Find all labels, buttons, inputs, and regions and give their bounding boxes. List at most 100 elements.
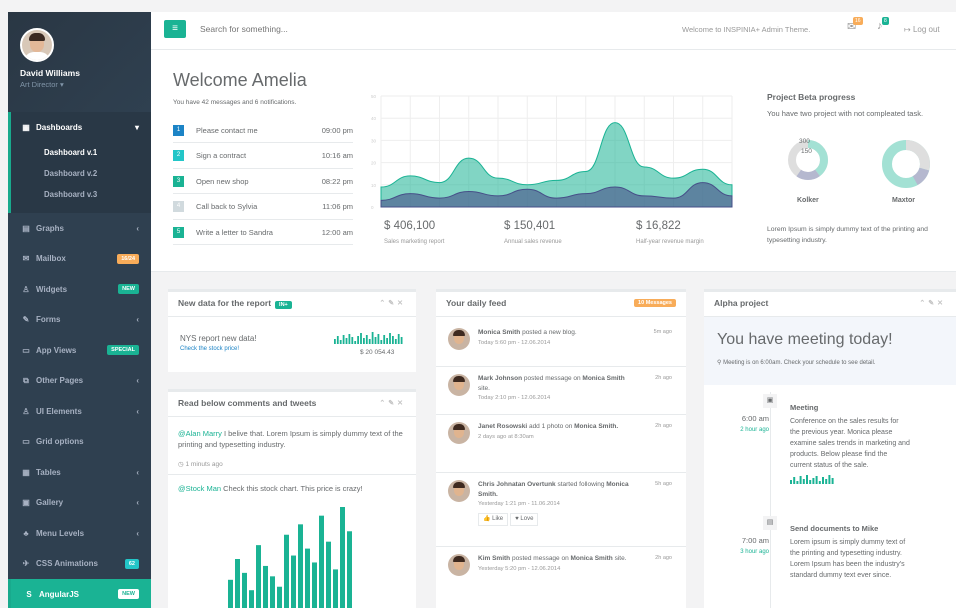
feed-target[interactable]: Monica Smith: [582, 375, 624, 382]
comment-user-link[interactable]: @Alan Marry: [178, 429, 222, 438]
sidebar-item-menu-levels[interactable]: ♣ Menu Levels ‹: [8, 518, 151, 549]
close-icon[interactable]: ✕: [397, 400, 406, 407]
todo-time: 09:00 pm: [321, 125, 353, 135]
todo-time: 08:22 pm: [321, 176, 353, 186]
avatar[interactable]: [20, 28, 54, 62]
collapse-icon[interactable]: ⌃: [379, 300, 388, 307]
sidebar-subitem-dashboard-v2[interactable]: Dashboard v.2: [11, 163, 151, 184]
close-icon[interactable]: ✕: [397, 300, 406, 307]
feed-user[interactable]: Mark Johnson: [478, 375, 522, 382]
sidebar-item-widgets[interactable]: ♙ Widgets NEW: [8, 274, 151, 305]
sidebar-item-graphs[interactable]: ▤ Graphs ‹: [8, 213, 151, 244]
like-label: Like: [492, 515, 504, 522]
stock-bar: [256, 545, 261, 608]
spark-bar: [394, 339, 397, 344]
feed-title: Your daily feed: [446, 298, 507, 308]
chevron-left-icon: ‹: [136, 406, 139, 416]
feed-user[interactable]: Janet Rosowski: [478, 423, 527, 430]
sidebar-item-label: Grid options: [36, 437, 84, 447]
wrench-icon[interactable]: ✎: [928, 300, 937, 307]
sidebar-item-app-views[interactable]: ▭ App Views SPECIAL: [8, 335, 151, 366]
avatar[interactable]: [448, 480, 470, 502]
sidebar-item-mailbox[interactable]: ✉ Mailbox 16/24: [8, 244, 151, 275]
spark-bar: [828, 475, 831, 484]
love-button[interactable]: ♥ Love: [510, 512, 539, 526]
sidebar-subitem-dashboard-v1[interactable]: Dashboard v.1: [11, 142, 151, 163]
feed-ago: 2h ago: [655, 423, 672, 429]
mail-count-badge: 16: [853, 17, 863, 25]
feed-date: Yesterday 5:20 pm - 12.06.2014: [478, 565, 561, 572]
stock-bar: [270, 576, 275, 608]
menu-toggle-button[interactable]: ≡: [164, 20, 186, 38]
file-icon: ▤: [763, 516, 777, 530]
project-beta-lorem: Lorem Ipsum is simply dummy text of the …: [767, 226, 928, 244]
todo-number: 3: [173, 175, 184, 187]
todo-item[interactable]: 2 Sign a contract 10:16 am: [173, 144, 353, 169]
sidebar-item-css-animations[interactable]: ✈ CSS Animations 62: [8, 549, 151, 580]
sidebar-item-forms[interactable]: ✎ Forms ‹: [8, 305, 151, 336]
sidebar-item-other-pages[interactable]: ⧉ Other Pages ‹: [8, 366, 151, 397]
wrench-icon[interactable]: ✎: [388, 300, 397, 307]
spark-bar: [397, 334, 400, 344]
maxtor-label: Maxtor: [892, 197, 915, 204]
sales-area-chart: 0 10 20 30 40 50: [371, 94, 733, 210]
sidebar-item-grid-options[interactable]: ▭ Grid options: [8, 427, 151, 458]
report-title: New data for the report: [178, 298, 272, 308]
todo-item[interactable]: 1 Please contact me 09:00 pm: [173, 118, 353, 143]
chevron-left-icon: ‹: [136, 223, 139, 233]
spark-bar: [354, 341, 357, 344]
todo-item[interactable]: 3 Open new shop 08:22 pm: [173, 169, 353, 194]
spark-bar: [790, 480, 792, 484]
stock-price-link[interactable]: Check the stock price!: [180, 346, 239, 352]
sidebar-item-dashboards-header[interactable]: ▦ Dashboards ▾: [11, 112, 151, 142]
like-button[interactable]: 👍 Like: [478, 512, 509, 526]
sidebar-item-label: CSS Animations: [36, 559, 98, 569]
collapse-icon[interactable]: ⌃: [919, 300, 928, 307]
project-beta-title: Project Beta progress: [767, 92, 856, 102]
profile-role[interactable]: Art Director ▾: [20, 80, 139, 89]
sidebar-item-tables[interactable]: ▦ Tables ‹: [8, 457, 151, 488]
sidebar-subitem-dashboard-v3[interactable]: Dashboard v.3: [11, 184, 151, 205]
sign-out-icon: ↦: [904, 25, 911, 34]
logout-link[interactable]: ↦ Log out: [904, 25, 940, 34]
briefcase-icon: ▣: [763, 394, 777, 408]
close-icon[interactable]: ✕: [937, 300, 946, 307]
feed-target[interactable]: Monica Smith: [571, 555, 613, 562]
avatar[interactable]: [448, 328, 470, 350]
collapse-icon[interactable]: ⌃: [379, 400, 388, 407]
nav-icon: ⧉: [23, 375, 29, 385]
todo-item[interactable]: 4 Call back to Sylvia 11:06 pm: [173, 195, 353, 220]
spark-bar: [799, 476, 802, 484]
nav-icon: ✈: [22, 559, 30, 569]
feed-user[interactable]: Monica Smith: [478, 329, 520, 336]
spark-bar: [336, 336, 339, 344]
feed-action: started following: [557, 481, 605, 488]
notification-count-badge: 8: [882, 17, 889, 25]
feed-user[interactable]: Kim Smith: [478, 555, 510, 562]
todo-item[interactable]: 5 Write a letter to Sandra 12:00 am: [173, 220, 353, 245]
box-tools: ⌃✎✕: [379, 399, 406, 407]
comment-user-link[interactable]: @Stock Man: [178, 484, 221, 493]
sidebar-item-angularjs[interactable]: S AngularJS NEW: [8, 579, 151, 608]
spark-bar: [348, 334, 351, 344]
chevron-left-icon: ‹: [136, 498, 139, 508]
stock-bar: [263, 565, 268, 608]
sidebar-item-ui-elements[interactable]: ♙ UI Elements ‹: [8, 396, 151, 427]
spark-bar: [357, 336, 359, 344]
todo-number: 1: [173, 124, 184, 136]
search-input[interactable]: [200, 24, 400, 34]
feed-target[interactable]: Monica Smith.: [574, 423, 618, 430]
avatar[interactable]: [448, 374, 470, 396]
report-sparkline: [334, 332, 403, 344]
avatar[interactable]: [448, 422, 470, 444]
sidebar-item-gallery[interactable]: ▣ Gallery ‹: [8, 488, 151, 519]
nav-badge: SPECIAL: [107, 345, 139, 356]
avatar[interactable]: [448, 554, 470, 576]
wrench-icon[interactable]: ✎: [388, 400, 397, 407]
meeting-alert: You have meeting today! ⚲ Meeting is on …: [704, 317, 956, 385]
stock-bar: [249, 590, 254, 608]
sidebar-item-label: Gallery: [36, 498, 64, 508]
profile-name[interactable]: David Williams: [20, 68, 139, 78]
spark-bar: [339, 340, 342, 344]
feed-user[interactable]: Chris Johnatan Overtunk: [478, 481, 556, 488]
